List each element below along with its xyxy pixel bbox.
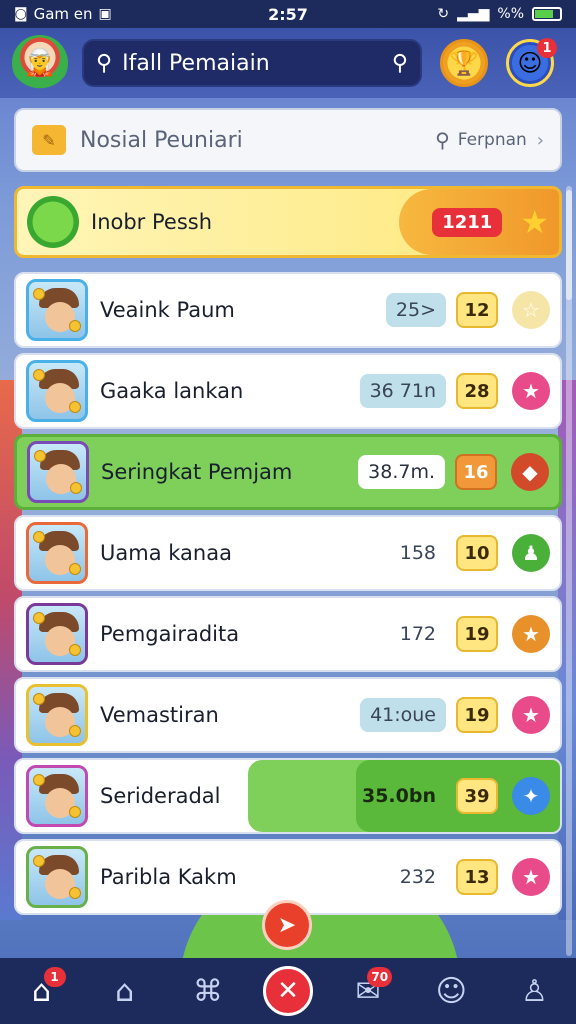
player-avatar-icon (27, 441, 89, 503)
player-row[interactable]: Pemgairadita 172 19 ★ (14, 596, 562, 672)
player-row[interactable]: Veaink Paum 25> 12 ☆ (14, 272, 562, 348)
player-avatar-icon (26, 360, 88, 422)
reward-star-icon[interactable]: ★ (512, 696, 550, 734)
carrier-label: Gam en (33, 5, 93, 23)
reward-star-icon[interactable]: ★ (512, 372, 550, 410)
leaderboard-list: Inobr Pessh 1211 ★ Veaink Paum 25> 12 ☆ Gaak… (14, 186, 564, 956)
character-logo-icon[interactable]: 🧝 (12, 35, 68, 91)
player-avatar-icon (26, 846, 88, 908)
player-row[interactable]: Gaaka lankan 36 71n 28 ★ (14, 353, 562, 429)
search-input[interactable]: ⚲ Ifall Pemaiain ⚲ (82, 39, 422, 87)
trophy-button[interactable]: 🏆 (440, 39, 488, 87)
reward-star-icon[interactable]: ♟ (512, 534, 550, 572)
status-bar: ◙ Gam en ▣ 2:57 ↻ ▂▄▆ %% (0, 0, 576, 28)
reward-star-icon[interactable]: ☆ (512, 291, 550, 329)
player-value: 41:oue (360, 698, 446, 732)
player-name: Pemgairadita (100, 622, 240, 646)
player-name: Uama kanaa (100, 541, 232, 565)
search-icon: ⚲ (96, 50, 113, 76)
send-icon: ➤ (277, 912, 297, 938)
player-value: 172 (399, 623, 436, 645)
chat-icon: ☺ (435, 973, 467, 1009)
home-icon: ⌂ (115, 973, 135, 1009)
player-name: Gaaka lankan (100, 379, 244, 403)
scrollbar-track[interactable] (566, 186, 572, 956)
status-left: ◙ Gam en ▣ (14, 5, 112, 23)
home-badge: 1 (43, 967, 66, 987)
reward-star-icon[interactable]: ◆ (511, 453, 549, 491)
signal-icon: ▂▄▆ (457, 6, 490, 22)
player-level-badge: 10 (456, 535, 498, 571)
nav-chat[interactable]: ☺ (423, 963, 479, 1019)
category-search-bar[interactable]: ✎ Nosial Peuniari ⚲ Ferpnan › (14, 108, 562, 172)
sync-icon: ↻ (437, 6, 450, 22)
reward-star-icon[interactable]: ★ (512, 858, 550, 896)
folder-icon: ✎ (32, 125, 66, 155)
battery-percent: %% (497, 6, 524, 22)
send-button[interactable]: ➤ (262, 900, 312, 950)
category-filter-label[interactable]: Ferpnan (458, 130, 527, 150)
player-avatar-icon (26, 522, 88, 584)
player-level-badge: 16 (455, 454, 497, 490)
chevron-right-icon[interactable]: › (537, 130, 544, 151)
player-avatar-icon (26, 684, 88, 746)
nav-profile[interactable]: ♙ (506, 963, 562, 1019)
app-header: 🧝 ⚲ Ifall Pemaiain ⚲ 🏆 ☺ 1 (0, 28, 576, 98)
messages-badge: 70 (367, 967, 393, 987)
nav-close[interactable]: ✕ (262, 966, 313, 1016)
bottom-navigation: ⌂ 1 ⌂ ⌘ ✕ ✉ 70 ☺ ♙ (0, 958, 576, 1024)
store-icon: ⌘ (192, 973, 223, 1009)
player-level-badge: 12 (456, 292, 498, 328)
player-value: 232 (399, 866, 436, 888)
trophy-icon: 🏆 (449, 49, 479, 77)
player-avatar-icon (26, 765, 88, 827)
player-name: Vemastiran (100, 703, 219, 727)
search-submit-icon[interactable]: ⚲ (392, 51, 408, 76)
player-avatar-icon (26, 603, 88, 665)
player-level-badge: 39 (456, 778, 498, 814)
top-player-name: Inobr Pessh (91, 210, 213, 234)
player-value: 35.0bn (361, 785, 436, 807)
reward-star-icon[interactable]: ★ (512, 615, 550, 653)
reward-star-icon[interactable]: ✦ (512, 777, 550, 815)
profile-notification-badge: 1 (537, 38, 557, 58)
player-level-badge: 19 (456, 616, 498, 652)
player-avatar-icon (26, 279, 88, 341)
player-row[interactable]: Vemastiran 41:oue 19 ★ (14, 677, 562, 753)
player-row[interactable]: Serideradal 35.0bn 39 ✦ (14, 758, 562, 834)
app-notification-icon: ◙ (14, 6, 28, 22)
close-icon: ✕ (277, 976, 299, 1006)
image-notification-icon: ▣ (98, 6, 112, 22)
player-value: 36 71n (359, 374, 446, 408)
player-name: Paribla Kakm (100, 865, 237, 889)
battery-icon (532, 7, 562, 21)
category-title: Nosial Peuniari (80, 127, 243, 153)
player-value: 25> (385, 293, 446, 327)
nav-messages[interactable]: ✉ 70 (340, 963, 396, 1019)
top-player-row[interactable]: Inobr Pessh 1211 ★ (14, 186, 562, 258)
player-row[interactable]: Uama kanaa 158 10 ♟ (14, 515, 562, 591)
player-row[interactable]: Seringkat Pemjam 38.7m. 16 ◆ (14, 434, 562, 510)
star-icon[interactable]: ★ (520, 203, 549, 241)
player-value: 158 (399, 542, 436, 564)
player-value: 38.7m. (358, 455, 445, 489)
user-icon: ♙ (520, 973, 548, 1009)
search-input-text[interactable]: Ifall Pemaiain (122, 51, 392, 76)
player-level-badge: 13 (456, 859, 498, 895)
scrollbar-thumb[interactable] (566, 190, 572, 300)
player-name: Seringkat Pemjam (101, 460, 293, 484)
nav-store[interactable]: ⌘ (180, 963, 236, 1019)
top-player-score: 1211 (432, 207, 503, 237)
profile-button[interactable]: ☺ 1 (506, 38, 557, 87)
player-level-badge: 19 (456, 697, 498, 733)
category-search-icon[interactable]: ⚲ (435, 128, 450, 152)
player-name: Veaink Paum (100, 298, 235, 322)
top-player-avatar-icon (27, 196, 79, 248)
player-level-badge: 28 (456, 373, 498, 409)
nav-home[interactable]: ⌂ (97, 963, 153, 1019)
nav-home-active[interactable]: ⌂ 1 (14, 963, 70, 1019)
status-right: ↻ ▂▄▆ %% (437, 6, 562, 22)
